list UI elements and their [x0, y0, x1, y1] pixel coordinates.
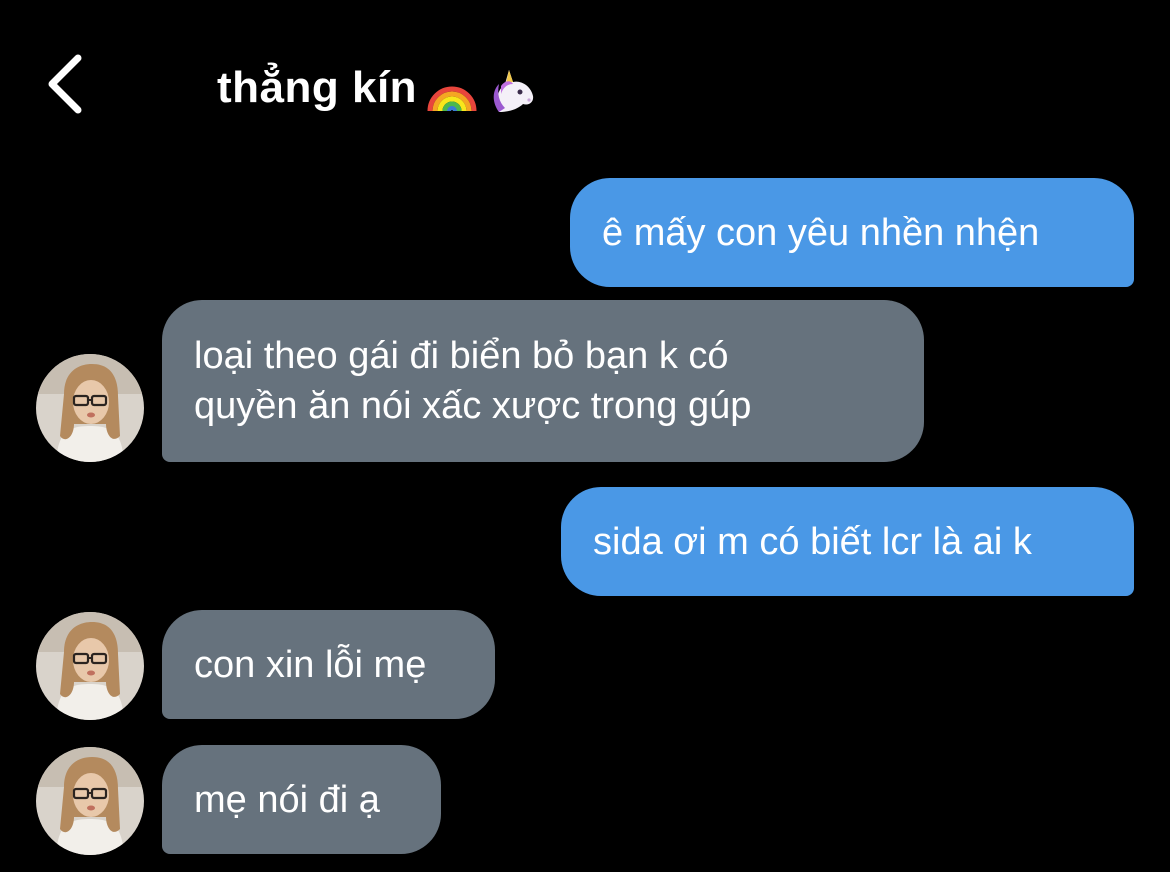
- message-bubble-incoming[interactable]: loại theo gái đi biển bỏ bạn k có quyền …: [162, 300, 924, 462]
- chat-title-text: thẳng kín: [217, 63, 418, 112]
- message-bubble-outgoing[interactable]: ê mấy con yêu nhền nhện: [570, 178, 1134, 287]
- chevron-left-icon: [48, 54, 82, 114]
- message-text: con xin lỗi mẹ: [194, 643, 427, 686]
- message-bubble-outgoing[interactable]: sida ơi m có biết lcr là ai k: [561, 487, 1134, 596]
- chat-header: thẳng kín: [0, 0, 1170, 160]
- avatar[interactable]: [36, 354, 144, 462]
- unicorn-icon: [487, 66, 537, 114]
- avatar[interactable]: [36, 747, 144, 855]
- avatar[interactable]: [36, 612, 144, 720]
- rainbow-icon: [427, 67, 477, 113]
- message-text: ê mấy con yêu nhền nhện: [602, 211, 1040, 254]
- back-button[interactable]: [40, 50, 100, 120]
- message-bubble-incoming[interactable]: mẹ nói đi ạ: [162, 745, 441, 854]
- chat-title[interactable]: thẳng kín: [217, 62, 537, 114]
- message-text: loại theo gái đi biển bỏ bạn k có quyền …: [194, 335, 752, 427]
- message-text: sida ơi m có biết lcr là ai k: [593, 520, 1032, 563]
- message-text: mẹ nói đi ạ: [194, 778, 380, 821]
- message-bubble-incoming[interactable]: con xin lỗi mẹ: [162, 610, 495, 719]
